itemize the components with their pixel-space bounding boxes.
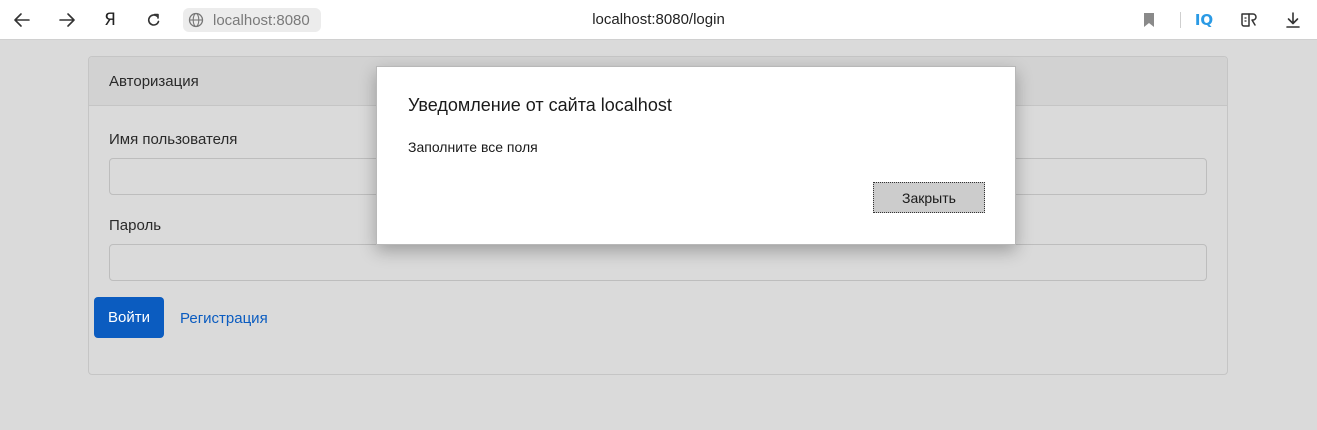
card-title: Авторизация bbox=[109, 72, 199, 90]
yandex-button[interactable]: Я bbox=[98, 8, 122, 32]
origin-label: localhost:8080 bbox=[213, 11, 310, 29]
login-button[interactable]: Войти bbox=[94, 297, 164, 338]
reader-icon bbox=[1241, 13, 1257, 27]
password-label: Пароль bbox=[109, 217, 162, 234]
bookmark-icon bbox=[1144, 13, 1154, 27]
register-link[interactable]: Регистрация bbox=[180, 310, 268, 327]
yandex-icon: Я bbox=[104, 10, 116, 30]
browser-toolbar: Я localhost:8080 localhost:8080/login IQ bbox=[0, 0, 1317, 40]
arrow-left-icon bbox=[14, 13, 30, 27]
username-label: Имя пользователя bbox=[109, 131, 238, 148]
toolbar-divider bbox=[1180, 12, 1181, 28]
back-button[interactable] bbox=[10, 8, 34, 32]
iq-icon: IQ bbox=[1194, 11, 1214, 29]
arrow-right-icon bbox=[59, 13, 75, 27]
reader-button[interactable] bbox=[1237, 8, 1261, 32]
alert-message: Заполните все поля bbox=[408, 139, 538, 155]
address-text[interactable]: localhost:8080/login bbox=[592, 11, 725, 28]
site-info-chip[interactable]: localhost:8080 bbox=[183, 8, 321, 32]
password-input[interactable] bbox=[109, 244, 1207, 281]
bookmark-button[interactable] bbox=[1137, 8, 1161, 32]
download-icon bbox=[1286, 12, 1300, 28]
close-button[interactable]: Закрыть bbox=[873, 182, 985, 213]
download-button[interactable] bbox=[1281, 8, 1305, 32]
iq-button[interactable]: IQ bbox=[1192, 8, 1216, 32]
reload-button[interactable] bbox=[142, 8, 166, 32]
alert-dialog: Уведомление от сайта localhost Заполните… bbox=[376, 66, 1016, 245]
forward-button[interactable] bbox=[55, 8, 79, 32]
alert-title: Уведомление от сайта localhost bbox=[408, 95, 672, 115]
reload-icon bbox=[147, 13, 160, 26]
globe-icon bbox=[187, 11, 205, 29]
